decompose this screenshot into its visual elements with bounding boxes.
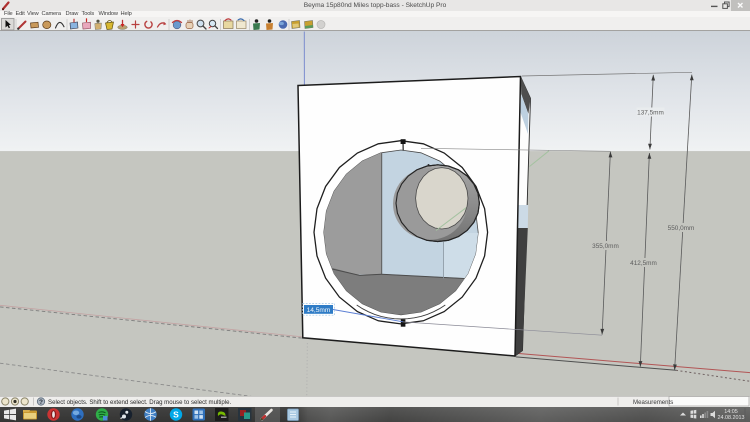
svg-text:14,5mm: 14,5mm — [307, 307, 331, 314]
svg-text:?: ? — [39, 399, 43, 406]
svg-text:550,0mm: 550,0mm — [668, 225, 695, 232]
svg-text:355,0mm: 355,0mm — [592, 243, 619, 250]
svg-text:137,5mm: 137,5mm — [637, 110, 664, 117]
svg-text:412,5mm: 412,5mm — [630, 260, 657, 267]
svg-text:S: S — [173, 409, 179, 419]
